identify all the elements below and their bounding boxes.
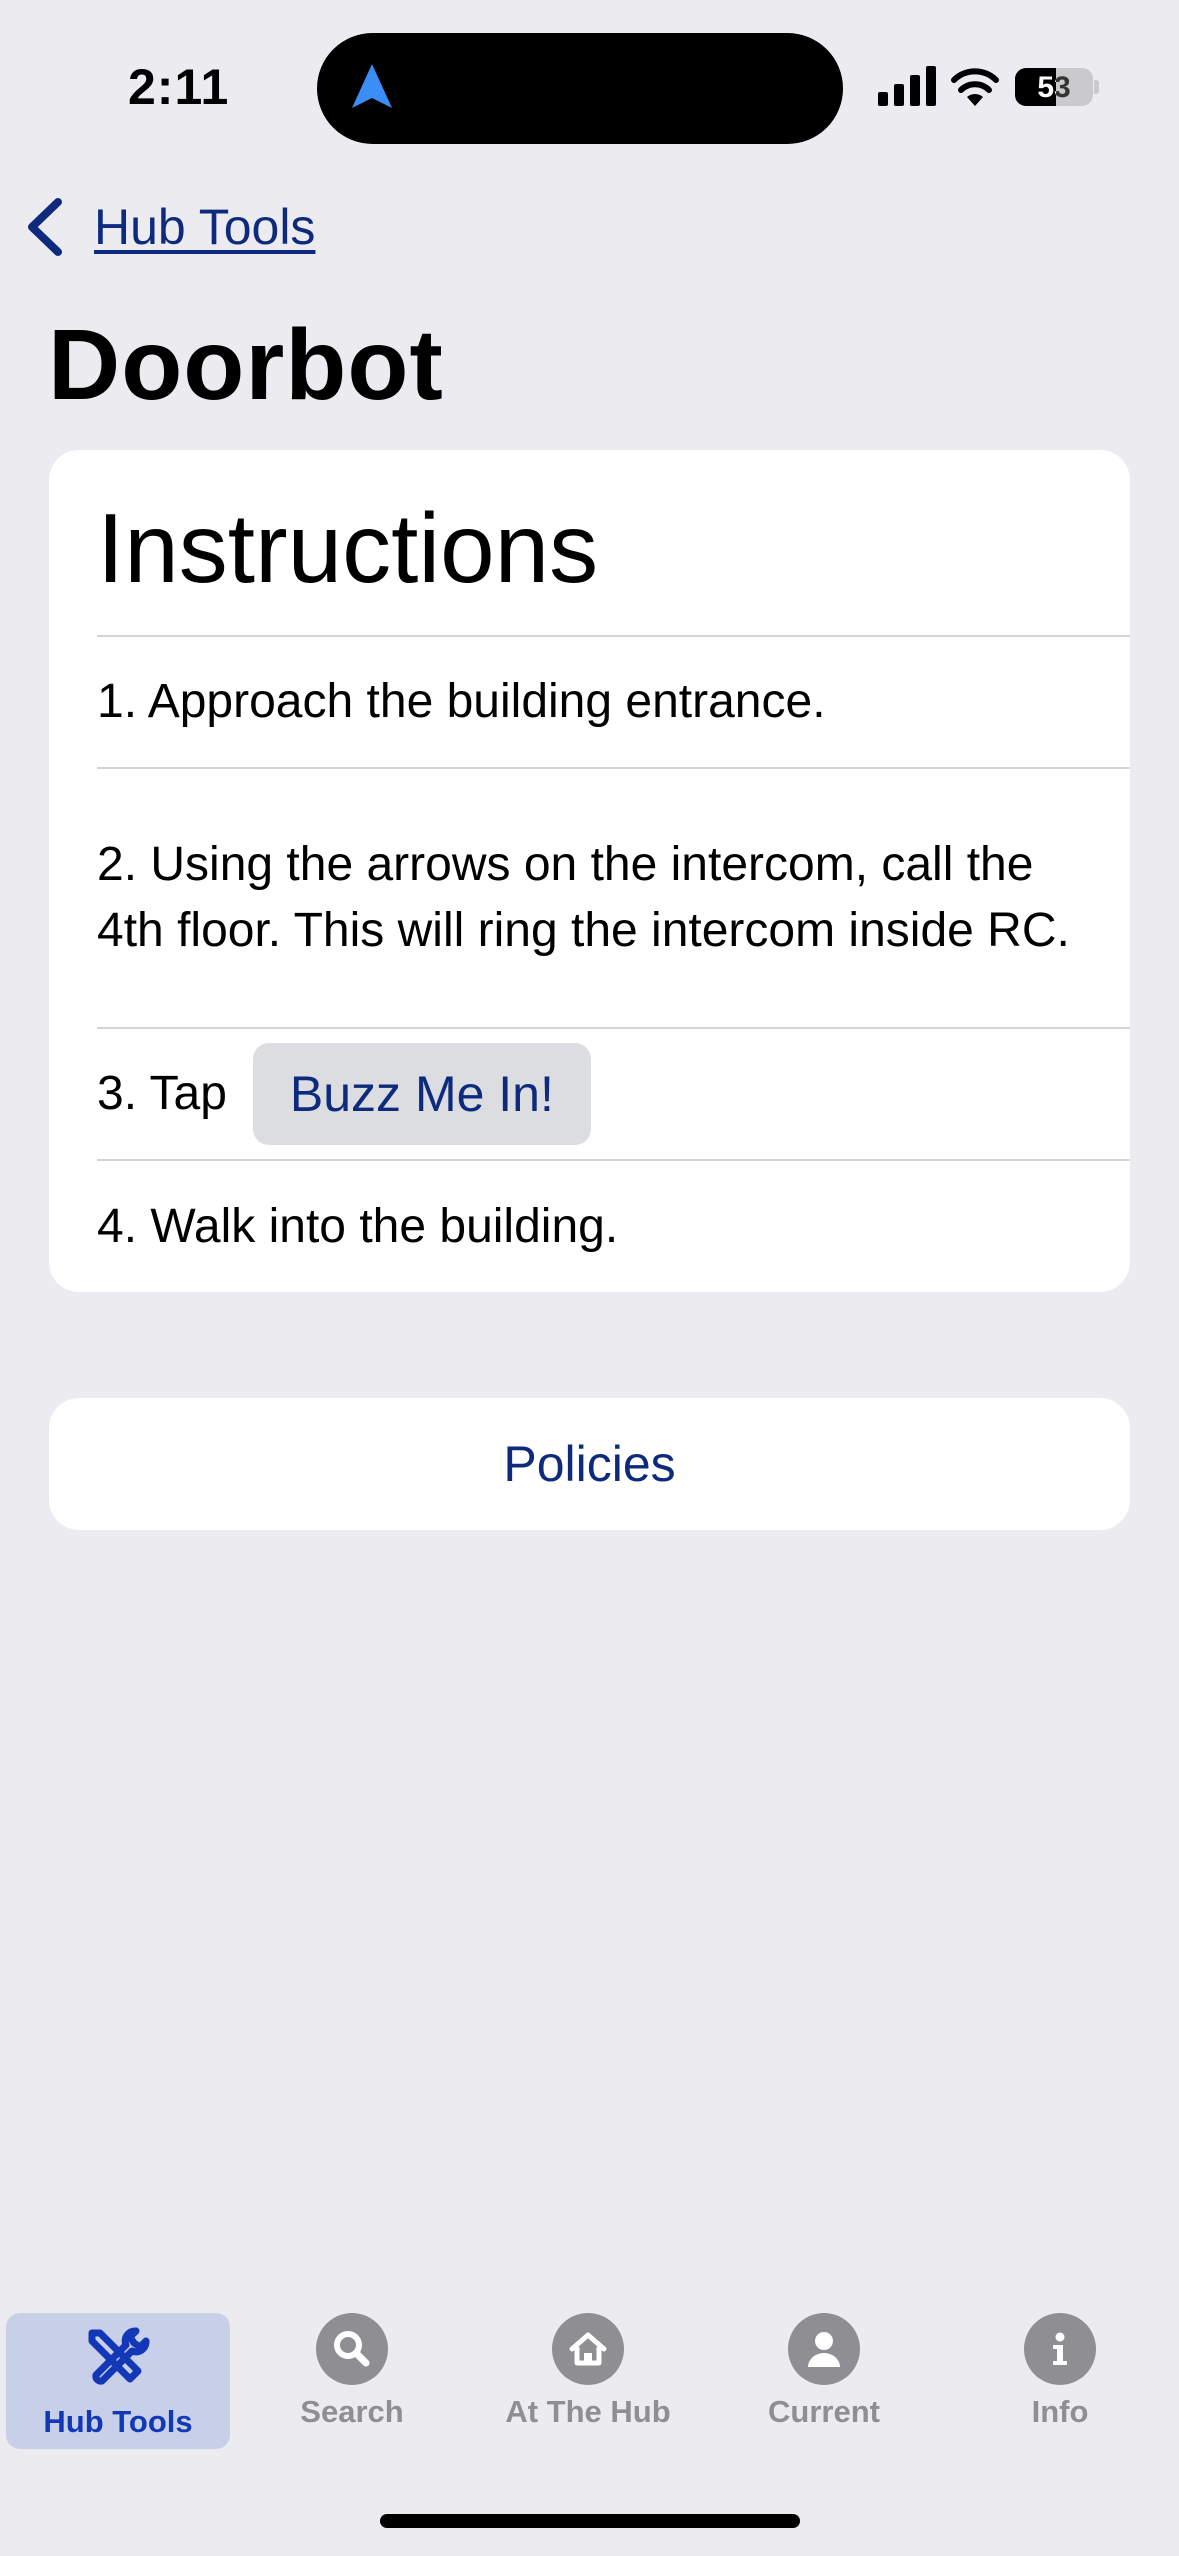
search-icon bbox=[316, 2313, 388, 2385]
tab-hub-tools-label: Hub Tools bbox=[43, 2404, 193, 2439]
wifi-icon bbox=[951, 68, 999, 106]
home-indicator bbox=[380, 2514, 800, 2528]
instructions-heading: Instructions bbox=[97, 493, 599, 603]
tab-current-label: Current bbox=[768, 2394, 880, 2429]
tab-search[interactable]: Search bbox=[240, 2313, 464, 2449]
page-title: Doorbot bbox=[48, 309, 444, 421]
step-2-text: 2. Using the arrows on the intercom, cal… bbox=[97, 838, 1070, 957]
instruction-step-3: 3. Tap Buzz Me In! bbox=[97, 1027, 1130, 1159]
instruction-step-4: 4. Walk into the building. bbox=[97, 1159, 1130, 1292]
tab-at-the-hub-label: At The Hub bbox=[505, 2394, 671, 2429]
tab-hub-tools[interactable]: Hub Tools bbox=[6, 2313, 230, 2449]
instruction-step-2: 2. Using the arrows on the intercom, cal… bbox=[97, 767, 1130, 1027]
tools-icon bbox=[88, 2327, 150, 2385]
location-arrow-icon bbox=[352, 64, 392, 108]
instruction-step-1: 1. Approach the building entrance. bbox=[97, 635, 1130, 767]
back-button-label: Hub Tools bbox=[94, 199, 316, 255]
person-icon bbox=[788, 2313, 860, 2385]
battery-nub bbox=[1094, 80, 1099, 94]
back-button[interactable]: Hub Tools bbox=[24, 192, 315, 262]
home-icon bbox=[552, 2313, 624, 2385]
step-4-text: 4. Walk into the building. bbox=[97, 1199, 619, 1253]
step-1-text: 1. Approach the building entrance. bbox=[97, 675, 826, 728]
status-time: 2:11 bbox=[128, 59, 230, 115]
instructions-card: Instructions 1. Approach the building en… bbox=[49, 450, 1130, 1292]
tab-info-label: Info bbox=[1031, 2394, 1089, 2429]
tab-current[interactable]: Current bbox=[712, 2313, 936, 2449]
battery-percentage: 53 bbox=[1037, 71, 1071, 104]
step-3-text: 3. Tap bbox=[97, 1067, 227, 1120]
buzz-me-in-button[interactable]: Buzz Me In! bbox=[252, 1043, 591, 1145]
tab-at-the-hub[interactable]: At The Hub bbox=[476, 2313, 700, 2449]
cellular-signal-icon bbox=[878, 66, 936, 106]
battery-indicator: 53 bbox=[1015, 68, 1093, 106]
info-icon bbox=[1024, 2313, 1096, 2385]
policies-button[interactable]: Policies bbox=[49, 1398, 1130, 1530]
tab-info[interactable]: Info bbox=[948, 2313, 1172, 2449]
chevron-left-icon bbox=[28, 198, 62, 256]
dynamic-island bbox=[317, 33, 843, 144]
tab-search-label: Search bbox=[300, 2394, 404, 2429]
